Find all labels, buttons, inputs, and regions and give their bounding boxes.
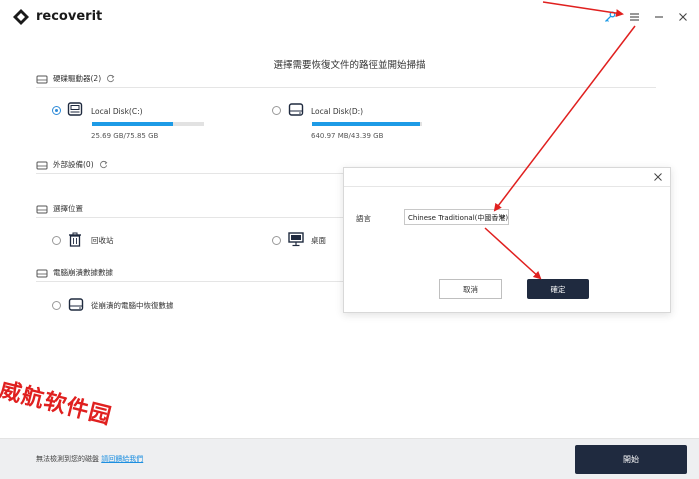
ok-button[interactable]: 確定 bbox=[527, 279, 589, 299]
drive-d-name[interactable]: Local Disk(D:) bbox=[311, 107, 363, 116]
section-external-label: 外部設備(0) bbox=[53, 160, 94, 169]
dialog-close-icon[interactable] bbox=[653, 172, 663, 182]
trash-icon bbox=[69, 232, 81, 247]
section-location: 選擇位置 bbox=[36, 203, 83, 214]
location-drive-icon bbox=[36, 205, 48, 213]
drive-c-icon bbox=[67, 102, 83, 116]
cancel-button[interactable]: 取消 bbox=[439, 279, 502, 299]
language-select[interactable]: Chinese Traditional(中國香港) bbox=[404, 209, 509, 225]
key-icon[interactable] bbox=[602, 9, 618, 25]
feedback-link[interactable]: 請回饋給我們 bbox=[101, 455, 143, 463]
crashed-drive-icon bbox=[36, 269, 48, 277]
section-external: 外部設備(0) bbox=[36, 159, 108, 170]
section-location-label: 選擇位置 bbox=[53, 204, 83, 213]
divider bbox=[36, 87, 656, 88]
recoverit-logo-icon bbox=[13, 9, 29, 25]
drive-c-name[interactable]: Local Disk(C:) bbox=[91, 107, 143, 116]
language-select-value: Chinese Traditional(中國香港) bbox=[408, 214, 509, 222]
drive-c-size: 25.69 GB/75.85 GB bbox=[91, 132, 159, 140]
language-label: 語言 bbox=[356, 214, 371, 223]
drive-c-radio[interactable] bbox=[52, 106, 61, 115]
drive-icon bbox=[68, 298, 84, 311]
language-dialog: 語言 Chinese Traditional(中國香港) 取消 確定 bbox=[343, 167, 671, 313]
section-hard-drives-label: 硬碟驅動器(2) bbox=[53, 74, 102, 83]
menu-icon[interactable] bbox=[626, 9, 642, 25]
dialog-divider bbox=[344, 186, 670, 187]
external-drive-icon bbox=[36, 161, 48, 169]
desktop-radio[interactable] bbox=[272, 236, 281, 245]
minimize-icon[interactable] bbox=[651, 9, 667, 25]
close-icon[interactable] bbox=[675, 9, 691, 25]
desktop-icon bbox=[288, 232, 304, 247]
start-button[interactable]: 開始 bbox=[575, 445, 687, 474]
refresh-icon[interactable] bbox=[99, 160, 108, 169]
footer-text: 無法檢測到您的磁盤 bbox=[36, 455, 102, 463]
chevron-down-icon bbox=[499, 215, 505, 220]
section-crashed-label: 電腦崩潰數據數據 bbox=[53, 268, 113, 277]
drive-d-icon bbox=[288, 103, 304, 116]
title-bar: recoverit bbox=[0, 0, 699, 34]
drive-d-size: 640.97 MB/43.39 GB bbox=[311, 132, 384, 140]
page-title: 選擇需要恢復文件的路徑並開始掃描 bbox=[273, 60, 426, 71]
refresh-icon[interactable] bbox=[106, 74, 115, 83]
app-name: recoverit bbox=[36, 9, 103, 24]
section-crashed: 電腦崩潰數據數據 bbox=[36, 267, 113, 278]
drive-c-usage-bar bbox=[92, 122, 204, 126]
desktop-label[interactable]: 桌面 bbox=[311, 235, 326, 246]
footer-message: 無法檢測到您的磁盤 請回饋給我們 bbox=[36, 454, 143, 464]
recycle-bin-label[interactable]: 回收站 bbox=[91, 235, 114, 246]
crashed-label[interactable]: 從崩潰的電腦中恢復數據 bbox=[91, 300, 174, 311]
crashed-radio[interactable] bbox=[52, 301, 61, 310]
section-hard-drives: 硬碟驅動器(2) bbox=[36, 73, 115, 84]
drive-d-usage-bar bbox=[312, 122, 422, 126]
footer-bar: 無法檢測到您的磁盤 請回饋給我們 開始 bbox=[0, 438, 699, 479]
hard-drive-icon bbox=[36, 75, 48, 83]
watermark-text: 威航软件园 bbox=[0, 376, 115, 430]
recycle-bin-radio[interactable] bbox=[52, 236, 61, 245]
drive-d-radio[interactable] bbox=[272, 106, 281, 115]
